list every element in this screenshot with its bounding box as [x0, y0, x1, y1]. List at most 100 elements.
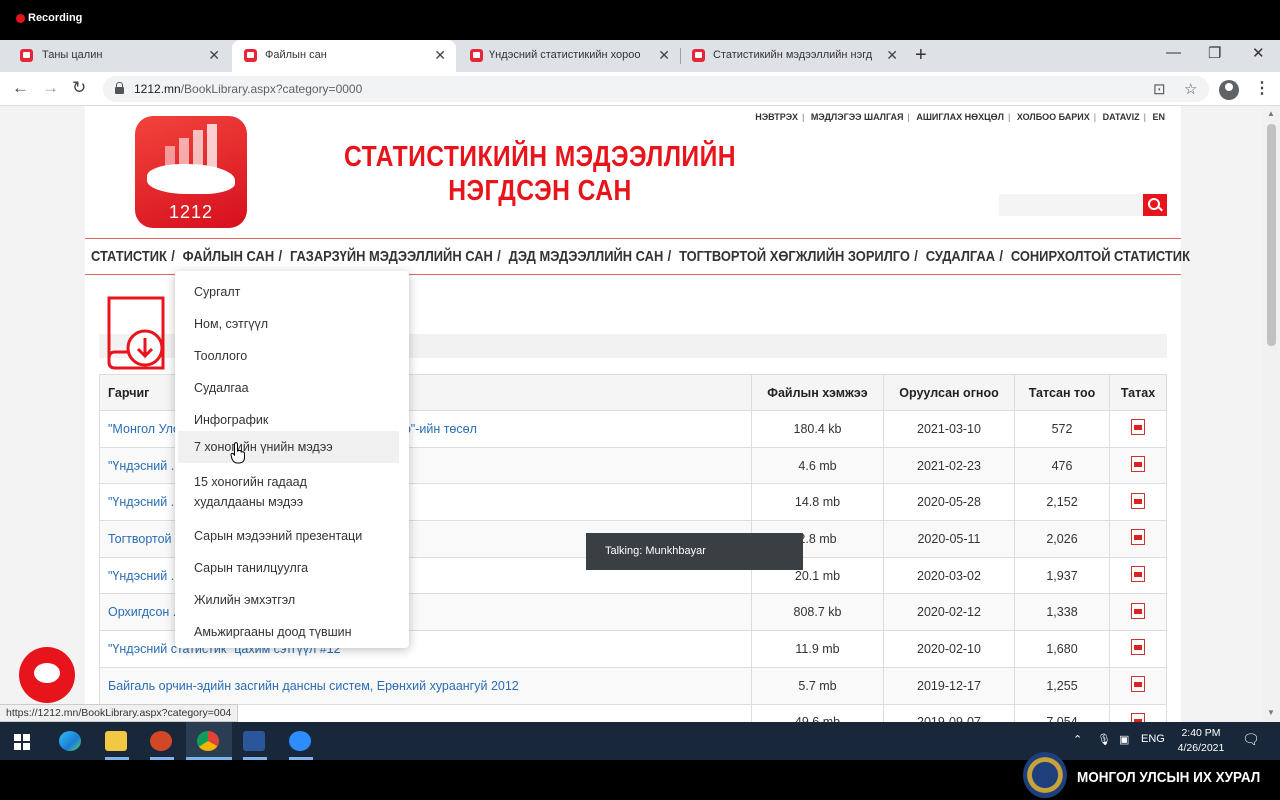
zoom-icon[interactable] [289, 731, 311, 751]
header-downloads[interactable]: Татсан тоо [1014, 374, 1110, 411]
site-search-input[interactable] [999, 194, 1143, 216]
pdf-download-icon[interactable] [1131, 419, 1145, 436]
new-tab-icon[interactable]: + [915, 44, 927, 67]
file-explorer-icon[interactable] [105, 731, 127, 751]
close-window-icon[interactable]: ✕ [1252, 44, 1265, 62]
windows-start-icon[interactable] [14, 734, 30, 750]
close-tab-icon[interactable]: ✕ [658, 47, 670, 64]
site-logo[interactable]: 1212 [135, 116, 247, 228]
edge-icon[interactable] [59, 731, 81, 751]
tray-expand-icon[interactable]: ⌃ [1073, 733, 1082, 746]
scroll-thumb[interactable] [1267, 124, 1276, 346]
tab-3[interactable]: Үндэсний статистикийн хороо ✕ [458, 40, 680, 72]
row-download-count-cell: 2,026 [1014, 520, 1110, 558]
menu-item-monthly-presentation[interactable]: Сарын мэдээний презентаци [178, 526, 399, 546]
system-clock[interactable]: 2:40 PM 4/26/2021 [1176, 726, 1226, 756]
search-icon[interactable] [1143, 194, 1167, 216]
dataviz-link[interactable]: DATAVIZ [1103, 112, 1140, 122]
pdf-download-icon[interactable] [1131, 492, 1145, 509]
nav-research[interactable]: СУДАЛГАА [926, 248, 995, 265]
row-download-cell [1109, 630, 1167, 668]
row-date-cell: 2020-02-12 [883, 593, 1015, 632]
powerpoint-icon[interactable] [150, 731, 172, 751]
notifications-icon[interactable]: 🗨 [1242, 731, 1260, 748]
pdf-download-icon[interactable] [1131, 456, 1145, 473]
menu-item-training[interactable]: Сургалт [178, 282, 399, 302]
row-date-cell: 2021-03-10 [883, 410, 1015, 448]
header-size[interactable]: Файлын хэмжээ [751, 374, 884, 411]
tab-1[interactable]: Таны цалин ✕ [0, 40, 230, 72]
download-book-icon [107, 296, 165, 370]
pdf-download-icon[interactable] [1131, 529, 1145, 546]
menu-item-books[interactable]: Ном, сэтгүүл [178, 314, 399, 334]
row-file-size: 20.1 mb [794, 568, 841, 583]
main-nav: СТАТИСТИК / ФАЙЛЫН САН / ГАЗАРЗҮЙН МЭДЭЭЛЛ… [91, 248, 1190, 265]
menu-item-monthly-intro[interactable]: Сарын танилцуулга [178, 558, 399, 578]
nav-statistics[interactable]: СТАТИСТИК [91, 248, 167, 265]
page-scrollbar[interactable]: ▲ ▼ [1263, 106, 1280, 722]
menu-kebab-icon[interactable]: ⋮ [1254, 78, 1270, 98]
row-title-link[interactable]: "Үндэсний ... [108, 569, 181, 583]
scroll-down-icon[interactable]: ▼ [1267, 708, 1275, 717]
nav-interesting-stats[interactable]: СОНИРХОЛТОЙ СТАТИСТИК [1011, 248, 1190, 265]
bookmark-star-icon[interactable]: ☆ [1184, 80, 1197, 98]
terms-link[interactable]: АШИГЛАХ НӨХЦӨЛ [916, 112, 1004, 122]
close-tab-icon[interactable]: ✕ [208, 47, 220, 64]
input-language[interactable]: ENG [1141, 733, 1165, 745]
menu-item-census[interactable]: Тооллого [178, 346, 399, 366]
row-date: 2021-03-10 [917, 421, 981, 436]
address-bar[interactable]: 1212.mn/BookLibrary.aspx?category=0000 ⊡… [103, 76, 1209, 102]
pdf-download-icon[interactable] [1131, 676, 1145, 693]
close-tab-icon[interactable]: ✕ [886, 47, 898, 64]
scroll-up-icon[interactable]: ▲ [1267, 109, 1275, 118]
site-favicon-icon [244, 49, 257, 62]
microphone-icon[interactable]: 🎙 [1097, 733, 1111, 746]
login-link[interactable]: НЭВТРЭХ [755, 112, 798, 122]
chat-bubble-icon[interactable] [19, 647, 75, 703]
nav-file-library[interactable]: ФАЙЛЫН САН [183, 248, 274, 265]
nav-sdg[interactable]: ТОГТВОРТОЙ ХӨГЖЛИЙН ЗОРИЛГО [679, 248, 910, 265]
minimize-icon[interactable]: — [1166, 44, 1181, 61]
menu-item-biweekly-trade[interactable]: 15 хоногийн гадаад худалдааны мэдээ [178, 472, 328, 512]
translate-icon[interactable]: ⊡ [1153, 80, 1166, 98]
profile-avatar-icon[interactable] [1219, 80, 1239, 100]
pdf-download-icon[interactable] [1131, 712, 1145, 722]
pdf-download-icon[interactable] [1131, 602, 1145, 619]
row-download-count: 1,937 [1046, 568, 1078, 583]
row-title-link-cell: Байгаль орчин-эдийн засгийн дансны систе… [99, 666, 752, 705]
pdf-download-icon[interactable] [1131, 566, 1145, 583]
row-title-link[interactable]: Тогтвортой ... [108, 532, 185, 546]
english-link[interactable]: EN [1152, 112, 1165, 122]
row-date: 2020-05-11 [917, 531, 981, 546]
tab-2-active[interactable]: Файлын сан ✕ [232, 40, 456, 72]
quiz-link[interactable]: МЭДЛЭГЭЭ ШАЛГАЯ [811, 112, 904, 122]
tab-separator [680, 48, 681, 64]
close-tab-icon[interactable]: ✕ [434, 47, 446, 64]
row-file-size-cell: 808.7 kb [751, 593, 884, 632]
menu-item-poverty-line[interactable]: Амьжиргааны доод түвшин [178, 622, 399, 642]
header-date[interactable]: Оруулсан огноо [883, 374, 1015, 411]
word-icon[interactable] [243, 731, 265, 751]
row-download-count-cell: 572 [1014, 410, 1110, 448]
reload-icon[interactable]: ↻ [72, 78, 86, 98]
tab-4[interactable]: Статистикийн мэдээллийн нэгд ✕ [682, 40, 908, 72]
row-title-link[interactable]: "Үндэсний ... [108, 459, 181, 473]
menu-item-survey[interactable]: Судалгаа [178, 378, 399, 398]
menu-item-yearbook[interactable]: Жилийн эмхэтгэл [178, 590, 399, 610]
nav-geo-data[interactable]: ГАЗАРЗҮЙН МЭДЭЭЛЛИЙН САН [290, 248, 493, 265]
row-title-link[interactable]: "Үндэсний ... [108, 495, 181, 509]
chrome-icon[interactable] [197, 731, 219, 751]
back-icon[interactable]: ← [12, 78, 29, 98]
row-title-link[interactable]: Байгаль орчин-эдийн засгийн дансны систе… [108, 679, 519, 693]
restore-icon[interactable]: ❐ [1208, 44, 1221, 62]
row-download-count: 1,338 [1046, 605, 1078, 620]
menu-item-weekly-prices[interactable]: 7 хоногийн үнийн мэдээ [178, 431, 399, 463]
network-icon[interactable]: ▣ [1119, 733, 1129, 746]
contact-link[interactable]: ХОЛБОО БАРИХ [1017, 112, 1090, 122]
pdf-download-icon[interactable] [1131, 639, 1145, 656]
row-download-count: 2,026 [1046, 531, 1078, 546]
forward-icon[interactable]: → [42, 78, 59, 98]
menu-item-infographic[interactable]: Инфографик [178, 410, 399, 430]
nav-sub-data[interactable]: ДЭД МЭДЭЭЛЛИЙН САН [509, 248, 664, 265]
row-file-size: 180.4 kb [793, 421, 842, 436]
